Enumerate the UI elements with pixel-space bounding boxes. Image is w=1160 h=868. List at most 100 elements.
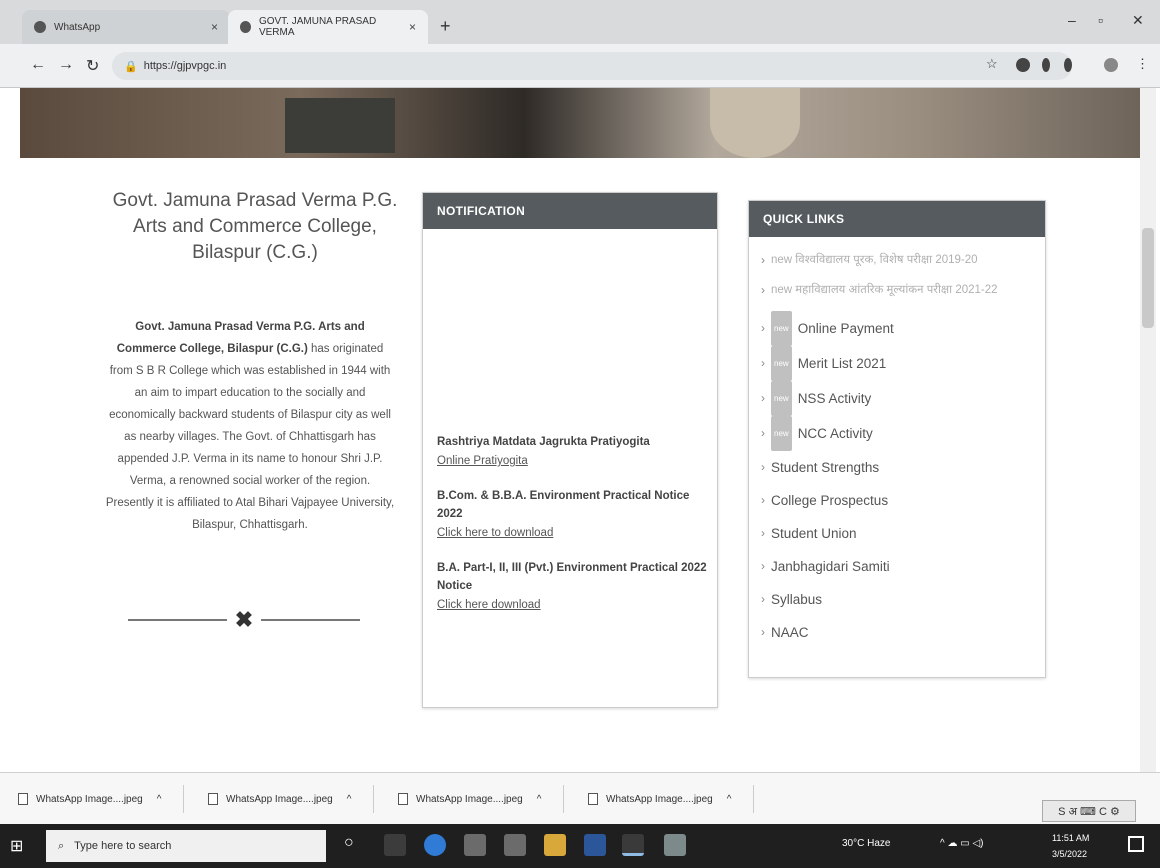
quick-links-panel: QUICK LINKS › new विश्वविद्यालय पूरक, विश…	[748, 200, 1046, 678]
quick-link-syllabus[interactable]: › Syllabus	[761, 583, 1033, 616]
download-filename: WhatsApp Image....jpeg	[36, 793, 143, 805]
task-view-icon[interactable]	[384, 834, 406, 856]
quick-link-label: Syllabus	[771, 592, 823, 607]
quick-link-label: Online Payment	[797, 321, 894, 336]
file-explorer-icon[interactable]	[544, 834, 566, 856]
quick-link-label: Student Union	[771, 526, 857, 541]
photos-icon[interactable]	[664, 834, 686, 856]
notification-list: Rashtriya Matdata Jagrukta Pratiyogita O…	[437, 433, 707, 631]
file-icon	[588, 793, 598, 805]
quick-links-header: QUICK LINKS	[749, 201, 1045, 237]
taskbar-search[interactable]: ⌕ Type here to search	[46, 830, 326, 862]
quick-link-label: NAAC	[771, 625, 809, 640]
new-tab-icon[interactable]: +	[440, 16, 451, 37]
scroll-thumb[interactable]	[1142, 228, 1154, 328]
menu-icon[interactable]: ⋮	[1136, 56, 1149, 72]
extension-icon[interactable]	[1042, 58, 1050, 72]
back-icon[interactable]: ←	[30, 56, 46, 74]
windows-start-icon[interactable]: ⊞	[10, 836, 23, 856]
file-icon	[18, 793, 28, 805]
webpage: Govt. Jamuna Prasad Verma P.G. Arts and …	[0, 88, 1160, 772]
download-filename: WhatsApp Image....jpeg	[226, 793, 333, 805]
system-tray-icons[interactable]: ^ ☁ ▭ ◁)	[940, 838, 984, 849]
quick-link-label: NSS Activity	[797, 391, 872, 406]
download-item[interactable]: WhatsApp Image....jpeg ^	[380, 785, 564, 813]
extension-icon[interactable]	[1016, 58, 1030, 72]
profile-avatar-icon[interactable]	[1104, 58, 1118, 72]
quick-link-nss[interactable]: › new NSS Activity	[761, 381, 1033, 416]
quick-link-ncc[interactable]: › new NCC Activity	[761, 416, 1033, 451]
chevron-right-icon: ›	[761, 460, 765, 474]
notification-header: NOTIFICATION	[423, 193, 717, 229]
quick-link-merit-list[interactable]: › new Merit List 2021	[761, 346, 1033, 381]
chevron-up-icon[interactable]: ^	[347, 794, 352, 805]
cortana-icon[interactable]: ○	[344, 834, 366, 856]
notice-link[interactable]: Click here download	[437, 595, 707, 615]
quick-link-online-payment[interactable]: › new Online Payment	[761, 311, 1033, 346]
address-bar[interactable]: 🔒 https://gjpvpgc.in	[112, 52, 1072, 80]
whatsapp-favicon-icon	[34, 21, 46, 33]
reload-icon[interactable]: ↻	[86, 56, 99, 76]
chevron-right-icon: ›	[761, 426, 765, 440]
close-tab-icon[interactable]: ×	[211, 20, 218, 34]
notification-center-icon[interactable]	[1128, 836, 1144, 852]
quick-link-item[interactable]: › new महाविद्यालय आंतरिक मूल्यांकन परीक्ष…	[761, 281, 1033, 299]
chevron-right-icon: ›	[761, 253, 765, 267]
chevron-right-icon: ›	[761, 559, 765, 573]
word-icon[interactable]	[584, 834, 606, 856]
clock-date: 3/5/2022	[1052, 849, 1088, 859]
maximize-icon[interactable]: ▫	[1098, 12, 1103, 28]
quick-link-label: Merit List 2021	[797, 356, 887, 371]
quick-link-item[interactable]: › new विश्वविद्यालय पूरक, विशेष परीक्षा 2…	[761, 251, 1033, 269]
notification-panel: NOTIFICATION Rashtriya Matdata Jagrukta …	[422, 192, 718, 708]
chevron-right-icon: ›	[761, 391, 765, 405]
download-item[interactable]: WhatsApp Image....jpeg ^	[190, 785, 374, 813]
quick-link-student-union[interactable]: › Student Union	[761, 517, 1033, 550]
close-tab-icon[interactable]: ×	[409, 20, 416, 34]
notice-link[interactable]: Click here to download	[437, 523, 707, 543]
divider-line	[128, 619, 227, 621]
college-about: Govt. Jamuna Prasad Verma P.G. Arts and …	[105, 316, 395, 536]
download-item[interactable]: WhatsApp Image....jpeg ^	[0, 785, 184, 813]
chevron-up-icon[interactable]: ^	[727, 794, 732, 805]
quick-link-label: Student Strengths	[771, 460, 880, 475]
forward-icon[interactable]: →	[58, 56, 74, 74]
close-window-icon[interactable]: ✕	[1132, 12, 1144, 29]
download-filename: WhatsApp Image....jpeg	[416, 793, 523, 805]
tab-college[interactable]: GOVT. JAMUNA PRASAD VERMA ×	[228, 10, 428, 44]
weather-widget[interactable]: 30°C Haze	[842, 838, 890, 849]
chevron-right-icon: ›	[761, 283, 765, 297]
page-scrollbar[interactable]	[1140, 88, 1156, 772]
chevron-right-icon: ›	[761, 625, 765, 639]
extension-icon[interactable]	[1064, 58, 1072, 72]
chevron-up-icon[interactable]: ^	[157, 794, 162, 805]
quick-link-label: new महाविद्यालय आंतरिक मूल्यांकन परीक्षा…	[771, 284, 998, 296]
download-item[interactable]: WhatsApp Image....jpeg ^	[570, 785, 754, 813]
app-icon[interactable]	[464, 834, 486, 856]
url-text: https://gjpvpgc.in	[143, 60, 227, 72]
notice-title: Rashtriya Matdata Jagrukta Pratiyogita	[437, 436, 650, 448]
downloads-bar: WhatsApp Image....jpeg ^ WhatsApp Image.…	[0, 772, 1160, 824]
quick-link-student-strengths[interactable]: › Student Strengths	[761, 451, 1033, 484]
new-badge: new	[771, 311, 792, 346]
chevron-right-icon: ›	[761, 356, 765, 370]
header-banner-image	[20, 88, 1140, 158]
store-icon[interactable]	[504, 834, 526, 856]
notice-link[interactable]: Online Pratiyogita	[437, 451, 707, 471]
college-title: Govt. Jamuna Prasad Verma P.G. Arts and …	[112, 190, 398, 263]
tab-whatsapp[interactable]: WhatsApp ×	[22, 10, 230, 44]
ime-toolbar[interactable]: S अ ⌨ C ⚙	[1042, 800, 1136, 822]
crossed-tools-icon: ✖	[234, 607, 254, 632]
quick-link-prospectus[interactable]: › College Prospectus	[761, 484, 1033, 517]
chevron-up-icon[interactable]: ^	[537, 794, 542, 805]
minimize-icon[interactable]: –	[1068, 12, 1076, 28]
chrome-icon[interactable]	[622, 834, 644, 856]
bookmark-star-icon[interactable]: ☆	[986, 56, 998, 72]
new-badge: new	[771, 416, 792, 451]
edge-icon[interactable]	[424, 834, 446, 856]
quick-link-naac[interactable]: › NAAC	[761, 616, 1033, 649]
clock[interactable]: 11:51 AM 3/5/2022	[1052, 830, 1112, 862]
quick-link-janbhagidari[interactable]: › Janbhagidari Samiti	[761, 550, 1033, 583]
tab-strip: WhatsApp × GOVT. JAMUNA PRASAD VERMA × +…	[0, 0, 1160, 44]
notice-title: B.Com. & B.B.A. Environment Practical No…	[437, 490, 690, 520]
